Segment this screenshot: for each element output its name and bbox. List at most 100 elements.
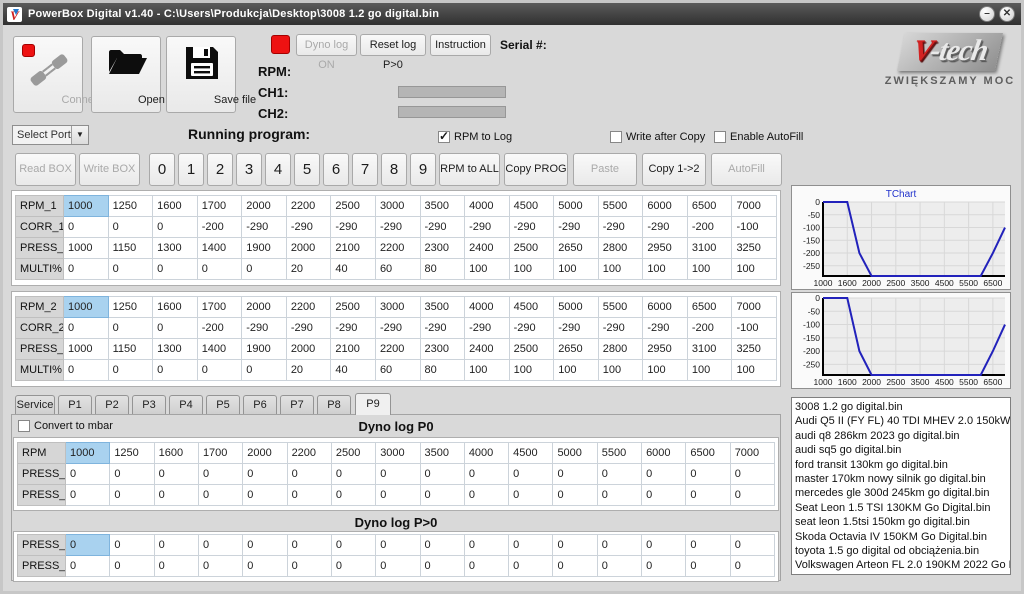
grid-cell[interactable]: 0 [110, 485, 154, 506]
list-item[interactable]: audi sq5 go digital.bin [795, 443, 1010, 457]
grid-cell[interactable]: 6000 [642, 443, 686, 464]
copy-1-to-2-button[interactable]: Copy 1->2 [642, 153, 706, 186]
tab-p2[interactable]: P2 [95, 395, 129, 414]
grid-cell[interactable]: 0 [376, 556, 420, 577]
connect-button[interactable]: Connect [13, 36, 83, 113]
grid-cell[interactable]: 1300 [153, 339, 198, 360]
program-3-button[interactable]: 3 [236, 153, 262, 186]
tab-p7[interactable]: P7 [280, 395, 314, 414]
grid-cell[interactable]: -290 [465, 318, 510, 339]
grid-cell[interactable]: 5500 [598, 196, 643, 217]
grid-cell[interactable]: 0 [154, 556, 198, 577]
tab-p1[interactable]: P1 [58, 395, 92, 414]
grid-cell[interactable]: 0 [686, 464, 730, 485]
tab-p9[interactable]: P9 [355, 393, 391, 415]
grid-cell[interactable]: 5000 [553, 443, 597, 464]
list-item[interactable]: ford transit 130km go digital.bin [795, 458, 1010, 472]
list-item[interactable]: toyota 1.5 go digital od obciążenia.bin [795, 544, 1010, 558]
grid-cell[interactable]: 0 [198, 464, 242, 485]
autofill-button[interactable]: AutoFill [711, 153, 782, 186]
list-item[interactable]: seat leon 1.5tsi 150km go digital.bin [795, 515, 1010, 529]
grid-cell[interactable]: 2000 [242, 297, 287, 318]
grid-cell[interactable]: -290 [643, 217, 688, 238]
grid-cell[interactable]: 60 [375, 360, 420, 381]
program-4-button[interactable]: 4 [265, 153, 291, 186]
grid-cell[interactable]: 0 [110, 556, 154, 577]
grid-cell[interactable]: 0 [376, 464, 420, 485]
grid-cell[interactable]: 0 [64, 259, 109, 280]
grid-cell[interactable]: -200 [687, 217, 732, 238]
grid-cell[interactable]: 0 [154, 485, 198, 506]
write-box-button[interactable]: Write BOX [79, 153, 140, 186]
grid-cell[interactable]: 0 [553, 485, 597, 506]
grid-cell[interactable]: -290 [643, 318, 688, 339]
grid-cell[interactable]: 0 [509, 464, 553, 485]
grid-cell[interactable]: 0 [730, 485, 774, 506]
dyno-log-on-button[interactable]: Dyno log ON [296, 34, 357, 56]
tab-p5[interactable]: P5 [206, 395, 240, 414]
grid-cell[interactable]: 3500 [420, 196, 465, 217]
open-file-button[interactable]: Open file [91, 36, 161, 113]
grid-cell[interactable]: 0 [198, 556, 242, 577]
grid-cell[interactable]: 0 [66, 535, 110, 556]
grid-cell[interactable]: 0 [108, 360, 153, 381]
grid-cell[interactable]: 2500 [509, 238, 554, 259]
grid-cell[interactable]: 0 [464, 464, 508, 485]
grid-cell[interactable]: 0 [376, 535, 420, 556]
instruction-button[interactable]: Instruction [430, 34, 491, 56]
grid-cell[interactable]: 1250 [108, 196, 153, 217]
grid-cell[interactable]: 0 [66, 485, 110, 506]
rpm-to-all-button[interactable]: RPM to ALL [439, 153, 500, 186]
grid-cell[interactable]: 0 [331, 485, 375, 506]
grid-cell[interactable]: 5500 [597, 443, 641, 464]
program-7-button[interactable]: 7 [352, 153, 378, 186]
copy-prog-button[interactable]: Copy PROG [504, 153, 568, 186]
grid-cell[interactable]: 0 [110, 464, 154, 485]
grid-cell[interactable]: 3250 [732, 339, 777, 360]
grid-cell[interactable]: 1150 [108, 238, 153, 259]
grid-cell[interactable]: 3000 [376, 443, 420, 464]
grid-cell[interactable]: 0 [597, 464, 641, 485]
grid-cell[interactable]: -290 [420, 217, 465, 238]
grid-cell[interactable]: 1700 [197, 196, 242, 217]
grid-cell[interactable]: 0 [509, 485, 553, 506]
grid-cell[interactable]: 2800 [598, 238, 643, 259]
grid-cell[interactable]: 0 [243, 464, 287, 485]
grid-cell[interactable]: 2100 [331, 339, 376, 360]
grid-cell[interactable]: 1900 [242, 339, 287, 360]
grid-cell[interactable]: -200 [687, 318, 732, 339]
grid-cell[interactable]: 2000 [286, 238, 331, 259]
grid-cell[interactable]: 0 [243, 556, 287, 577]
grid-cell[interactable]: 4000 [464, 443, 508, 464]
grid-cell[interactable]: 0 [110, 535, 154, 556]
grid-cell[interactable]: -290 [554, 318, 599, 339]
grid-cell[interactable]: 0 [642, 556, 686, 577]
grid-cell[interactable]: 100 [554, 360, 599, 381]
grid-cell[interactable]: 1250 [108, 297, 153, 318]
grid-cell[interactable]: 2100 [331, 238, 376, 259]
grid-cell[interactable]: 3000 [375, 297, 420, 318]
grid-cell[interactable]: 2400 [465, 238, 510, 259]
grid-cell[interactable]: 100 [732, 259, 777, 280]
grid-cell[interactable]: 7000 [732, 196, 777, 217]
grid-cell[interactable]: 2400 [465, 339, 510, 360]
grid-cell[interactable]: 2200 [286, 297, 331, 318]
grid-cell[interactable]: 0 [64, 360, 109, 381]
grid-cell[interactable]: 0 [509, 556, 553, 577]
grid-cell[interactable]: 100 [465, 360, 510, 381]
grid-cell[interactable]: 1000 [64, 196, 109, 217]
grid-cell[interactable]: 100 [554, 259, 599, 280]
grid-cell[interactable]: 2200 [375, 339, 420, 360]
grid-cell[interactable]: 2500 [509, 339, 554, 360]
select-port-dropdown[interactable]: Select Port ▼ [12, 125, 89, 145]
grid-cell[interactable]: 0 [154, 535, 198, 556]
grid-cell[interactable]: -200 [197, 217, 242, 238]
tab-p4[interactable]: P4 [169, 395, 203, 414]
grid-cell[interactable]: 20 [286, 259, 331, 280]
grid-cell[interactable]: 0 [331, 464, 375, 485]
write-after-copy-checkbox[interactable]: Write after Copy [610, 131, 705, 143]
grid-cell[interactable]: 0 [509, 535, 553, 556]
grid-cell[interactable]: 3250 [732, 238, 777, 259]
grid-cell[interactable]: 0 [64, 217, 109, 238]
list-item[interactable]: Volkswagen Arteon FL 2.0 190KM 2022 Go D… [795, 558, 1010, 572]
